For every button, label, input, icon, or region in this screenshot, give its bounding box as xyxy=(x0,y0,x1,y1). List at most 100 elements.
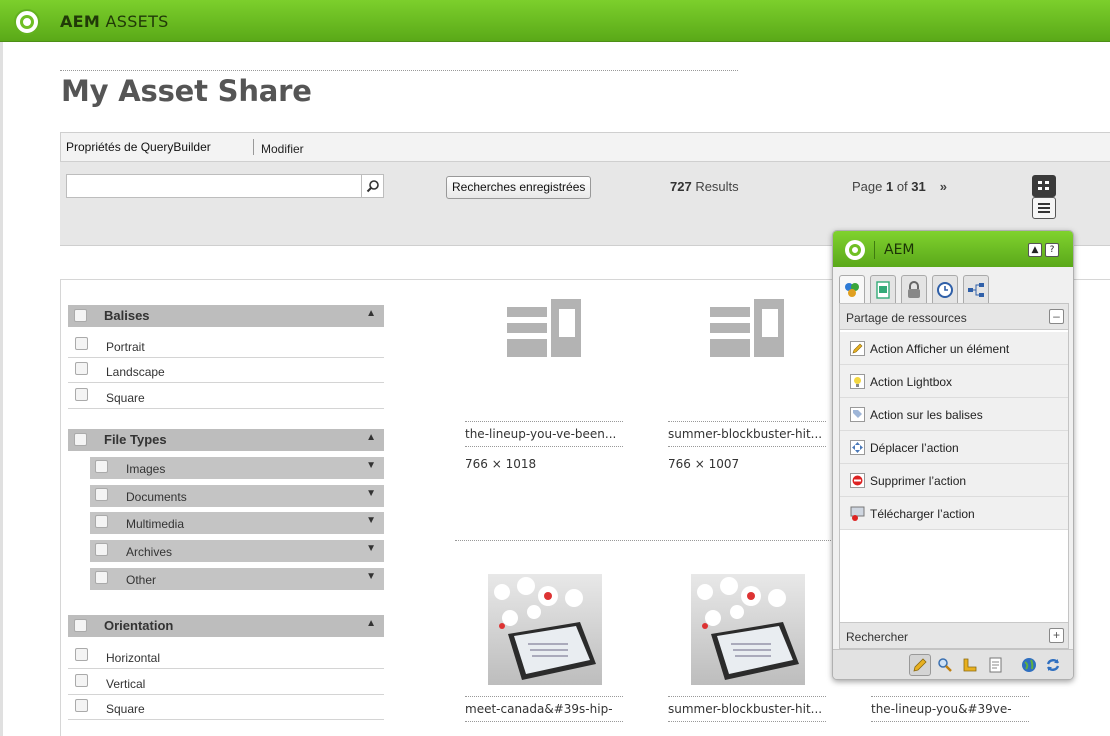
checkbox[interactable] xyxy=(75,699,88,712)
search-input[interactable] xyxy=(66,174,362,198)
sidekick-header[interactable]: AEM ▲ ? xyxy=(833,231,1073,267)
querybuilder-title: Propriétés de QueryBuilder xyxy=(66,140,211,154)
preview-button[interactable] xyxy=(934,654,956,676)
facet-item-square[interactable]: Square xyxy=(68,384,384,409)
edit-mode-icon xyxy=(913,658,927,672)
aem-logo-icon xyxy=(845,240,865,260)
checkbox[interactable] xyxy=(75,362,88,375)
asset-tile[interactable]: meet-canada&#39s-hip- xyxy=(465,695,623,725)
document-placeholder-icon xyxy=(507,299,581,357)
page-properties-button[interactable] xyxy=(984,654,1006,676)
grid-view-button[interactable] xyxy=(1032,175,1056,197)
querybuilder-edit-link[interactable]: Modifier xyxy=(261,142,304,156)
action-tags[interactable]: Action sur les balises xyxy=(840,398,1068,431)
delete-icon xyxy=(850,473,865,488)
tablet-image-icon xyxy=(494,577,596,680)
checkbox[interactable] xyxy=(75,388,88,401)
collapse-section-button[interactable]: – xyxy=(1049,309,1064,324)
checkbox[interactable] xyxy=(95,543,108,556)
tab-lock[interactable] xyxy=(901,275,927,303)
asset-thumbnail-tablet[interactable] xyxy=(488,574,602,685)
checkbox[interactable] xyxy=(95,460,108,473)
help-button[interactable]: ? xyxy=(1045,243,1059,257)
facet-sub-images[interactable]: Images ▼ xyxy=(90,457,384,479)
aem-logo-icon[interactable] xyxy=(14,9,40,35)
action-download[interactable]: Télécharger l’action xyxy=(840,497,1068,530)
checkbox[interactable] xyxy=(74,619,87,632)
expand-section-button[interactable]: + xyxy=(1049,628,1064,643)
tab-versioning[interactable] xyxy=(932,275,958,303)
expand-arrow-icon: ▼ xyxy=(366,515,376,526)
facet-tags-header[interactable]: Balises ▲ xyxy=(68,305,384,327)
checkbox[interactable] xyxy=(95,571,108,584)
action-lightbox[interactable]: Action Lightbox xyxy=(840,365,1068,398)
refresh-button[interactable] xyxy=(1042,654,1064,676)
list-view-button[interactable] xyxy=(1032,197,1056,219)
action-view-item[interactable]: Action Afficher un élément xyxy=(840,332,1068,365)
checkbox[interactable] xyxy=(75,674,88,687)
facet-sub-documents[interactable]: Documents ▼ xyxy=(90,485,384,507)
asset-tile[interactable]: the-lineup-you-ve-been... 766 × 1018 xyxy=(465,295,623,471)
edit-mode-button[interactable] xyxy=(909,654,931,676)
results-count: 727 Results xyxy=(670,179,739,194)
facet-item-landscape[interactable]: Landscape xyxy=(68,358,384,383)
checkbox[interactable] xyxy=(95,515,108,528)
querybuilder-bar: Propriétés de QueryBuilder Modifier xyxy=(60,132,1110,162)
tag-icon xyxy=(850,407,865,422)
asset-thumbnail-tablet[interactable] xyxy=(691,574,805,685)
components-icon xyxy=(845,282,859,297)
action-delete[interactable]: Supprimer l’action xyxy=(840,464,1068,497)
checkbox[interactable] xyxy=(75,648,88,661)
facet-item-horizontal[interactable]: Horizontal xyxy=(68,644,384,669)
separator xyxy=(874,241,875,259)
asset-name[interactable]: the-lineup-you&#39ve- xyxy=(871,696,1029,722)
sidekick-content: Partage de ressources – Action Afficher … xyxy=(839,303,1069,649)
checkbox[interactable] xyxy=(74,309,87,322)
collapse-arrow-icon: ▲ xyxy=(366,308,376,319)
checkbox[interactable] xyxy=(95,488,108,501)
facet-item-vertical[interactable]: Vertical xyxy=(68,670,384,695)
facet-item-portrait[interactable]: Portrait xyxy=(68,333,384,358)
facet-file-types-header[interactable]: File Types ▲ xyxy=(68,429,384,451)
checkbox[interactable] xyxy=(75,337,88,350)
row-divider xyxy=(455,540,855,541)
facet-item-square-orientation[interactable]: Square xyxy=(68,695,384,720)
tab-components[interactable] xyxy=(839,275,865,303)
expand-arrow-icon: ▼ xyxy=(366,488,376,499)
asset-tile[interactable]: summer-blockbuster-hit... 766 × 1007 xyxy=(668,295,826,471)
facet-sub-other[interactable]: Other ▼ xyxy=(90,568,384,590)
ruler-icon xyxy=(963,658,977,672)
facet-sub-archives[interactable]: Archives ▼ xyxy=(90,540,384,562)
grid-icon xyxy=(1038,181,1049,190)
tab-workflow[interactable] xyxy=(963,275,989,303)
refresh-icon xyxy=(1046,659,1060,671)
facet-sub-multimedia[interactable]: Multimedia ▼ xyxy=(90,512,384,534)
search-icon xyxy=(366,180,379,193)
asset-tile[interactable]: summer-blockbuster-hit... xyxy=(668,695,826,725)
tab-page[interactable] xyxy=(870,275,896,303)
sidekick-panel[interactable]: AEM ▲ ? Partage de ressources – Action A… xyxy=(832,230,1074,680)
next-page-button[interactable]: » xyxy=(940,179,947,194)
asset-dimensions: 766 × 1007 xyxy=(668,457,740,471)
saved-searches-button[interactable]: Recherches enregistrées xyxy=(446,176,592,199)
section-asset-share[interactable]: Partage de ressources – xyxy=(840,304,1068,330)
collapse-button[interactable]: ▲ xyxy=(1028,243,1042,257)
asset-name[interactable]: summer-blockbuster-hit... xyxy=(668,421,826,447)
asset-tile[interactable]: the-lineup-you&#39ve- xyxy=(871,695,1029,725)
website-button[interactable] xyxy=(1018,654,1040,676)
search-button[interactable] xyxy=(362,174,384,198)
asset-name[interactable]: meet-canada&#39s-hip- xyxy=(465,696,623,722)
page-icon xyxy=(876,280,890,299)
facet-orientation-header[interactable]: Orientation ▲ xyxy=(68,615,384,637)
lightbulb-icon xyxy=(850,374,865,389)
asset-name[interactable]: the-lineup-you-ve-been... xyxy=(465,421,623,447)
asset-name[interactable]: summer-blockbuster-hit... xyxy=(668,696,826,722)
checkbox[interactable] xyxy=(74,433,87,446)
sidekick-title: AEM xyxy=(884,242,915,258)
action-move[interactable]: Déplacer l’action xyxy=(840,431,1068,464)
scaffolding-button[interactable] xyxy=(959,654,981,676)
preview-icon xyxy=(938,658,952,672)
expand-arrow-icon: ▼ xyxy=(366,543,376,554)
clock-icon xyxy=(937,281,953,298)
section-search[interactable]: Rechercher + xyxy=(840,622,1068,648)
